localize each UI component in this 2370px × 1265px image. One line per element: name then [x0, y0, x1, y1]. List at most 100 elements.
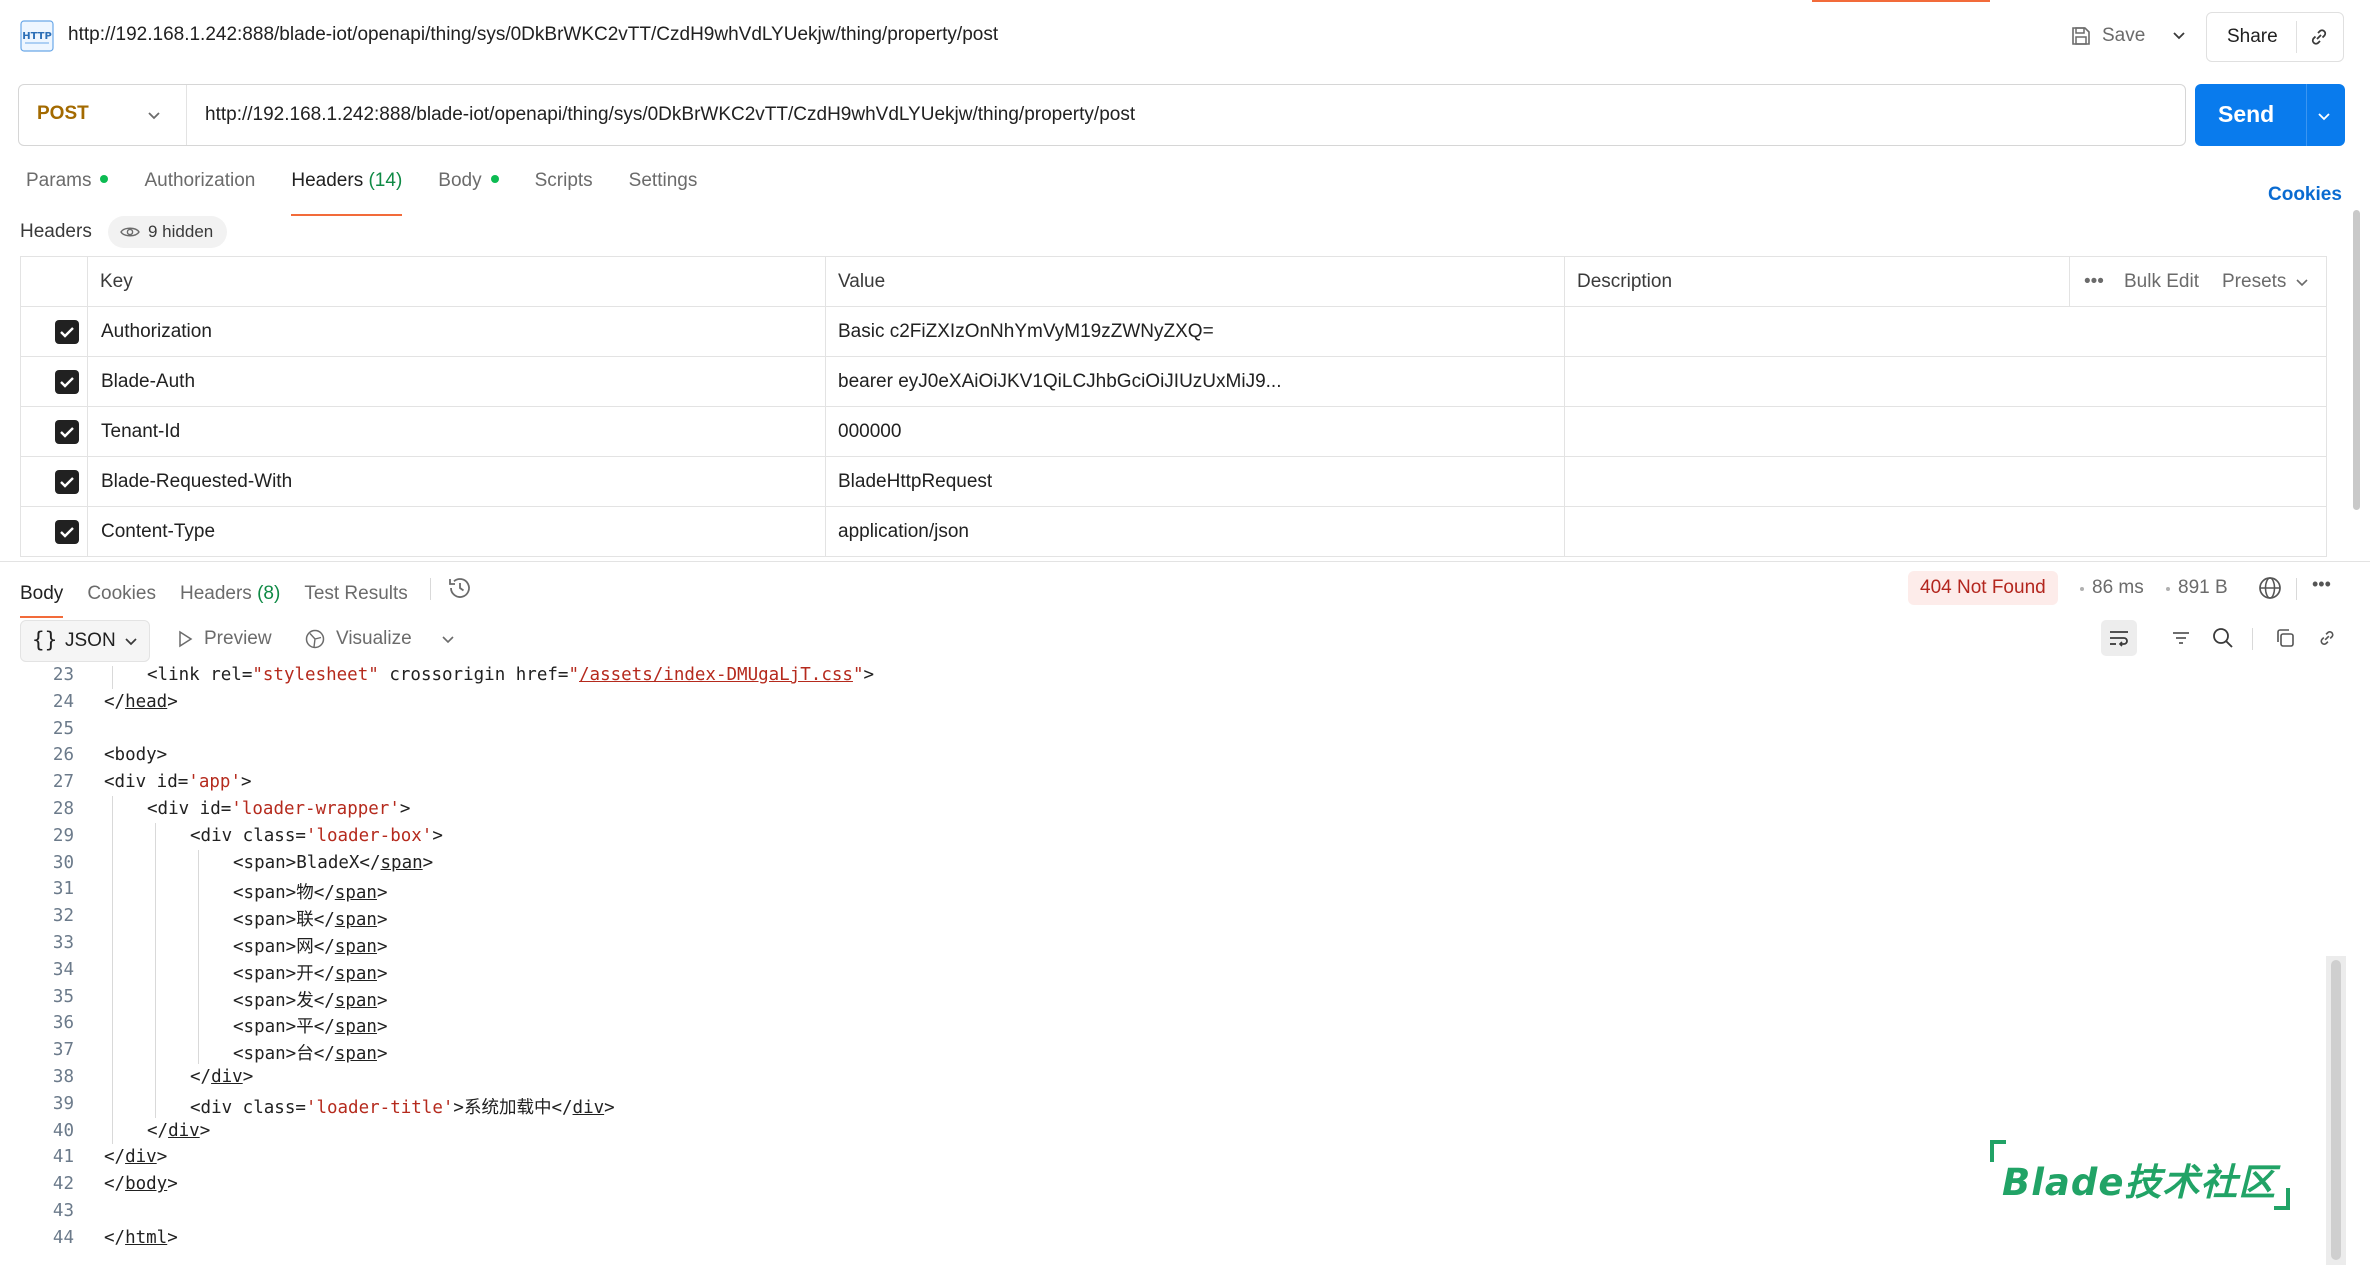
more-options-icon[interactable]: •••: [2084, 257, 2104, 306]
code-line: 28 <div id='loader-wrapper'>: [0, 796, 2326, 823]
word-wrap-toggle[interactable]: [2101, 620, 2137, 656]
header-value-cell[interactable]: application/json: [838, 507, 969, 556]
code-line: 44 </html>: [0, 1225, 2326, 1252]
tab-body[interactable]: Body: [438, 170, 499, 210]
header-description-cell[interactable]: [1577, 457, 2317, 506]
visualize-icon: [305, 629, 325, 649]
indent-guide: [198, 930, 199, 957]
header-key-cell[interactable]: Tenant-Id: [101, 407, 180, 456]
tab-params[interactable]: Params: [26, 170, 109, 210]
column-value: Value: [838, 270, 886, 292]
column-key: Key: [100, 270, 133, 292]
play-icon: [179, 630, 193, 648]
line-number: 39: [52, 1093, 74, 1114]
indent-guide: [155, 983, 156, 1011]
tab-response-body[interactable]: Body: [20, 583, 64, 618]
tab-settings-label: Settings: [628, 170, 698, 191]
code-line: 37 <span>台</span>: [0, 1037, 2326, 1064]
response-time[interactable]: 86 ms: [2092, 577, 2144, 599]
line-number: 41: [52, 1147, 74, 1168]
presets-dropdown[interactable]: Presets: [2222, 257, 2310, 306]
code-text: <link rel="stylesheet" crossorigin href=…: [147, 666, 875, 685]
header-description-cell[interactable]: [1577, 357, 2317, 406]
header-description-cell[interactable]: [1577, 507, 2317, 556]
network-globe-icon[interactable]: [2256, 574, 2284, 602]
copy-icon: [2277, 629, 2294, 647]
preview-button[interactable]: Preview: [176, 628, 272, 650]
request-url-bar: POST http://192.168.1.242:888/blade-iot/…: [18, 84, 2186, 146]
filter-button[interactable]: [2163, 620, 2199, 656]
request-pane-scrollbar[interactable]: [2353, 210, 2360, 510]
line-number: 34: [52, 959, 74, 980]
header-enabled-checkbox[interactable]: [55, 370, 79, 394]
response-format-select[interactable]: {} JSON: [20, 620, 150, 662]
header-description-cell[interactable]: [1577, 307, 2317, 356]
tab-authorization[interactable]: Authorization: [144, 170, 255, 210]
tab-test-results[interactable]: Test Results: [304, 583, 407, 605]
indent-guide: [198, 876, 199, 904]
tab-headers[interactable]: Headers (14): [291, 170, 402, 216]
share-button[interactable]: Share: [2227, 26, 2278, 48]
tab-response-cookies[interactable]: Cookies: [87, 583, 156, 605]
indent-guide: [155, 849, 156, 877]
indent-guide: [112, 849, 113, 877]
tab-scripts[interactable]: Scripts: [535, 170, 593, 210]
send-button[interactable]: Send: [2218, 101, 2274, 128]
visualize-chevron-down-icon[interactable]: [440, 631, 456, 647]
header-key-cell[interactable]: Authorization: [101, 307, 212, 356]
format-chevron-down-icon: [125, 638, 137, 646]
cookies-link[interactable]: Cookies: [2268, 184, 2342, 206]
header-value-cell[interactable]: BladeHttpRequest: [838, 457, 992, 506]
share-button-group: Share: [2206, 12, 2344, 62]
bulk-edit-button[interactable]: Bulk Edit: [2124, 257, 2199, 306]
copy-link-icon[interactable]: [2307, 25, 2331, 49]
url-input[interactable]: http://192.168.1.242:888/blade-iot/opena…: [205, 104, 1135, 126]
code-line: 30 <span>BladeX</span>: [0, 849, 2326, 877]
send-options-chevron-icon[interactable]: [2315, 108, 2333, 126]
header-value-cell[interactable]: Basic c2FiZXIzOnNhYmVyM19zZWNyZXQ=: [838, 307, 1214, 356]
code-line: 35 <span>发</span>: [0, 983, 2326, 1011]
table-row: Blade-Auth bearer eyJ0eXAiOiJKV1QiLCJhbG…: [20, 357, 2327, 407]
response-size[interactable]: 891 B: [2178, 577, 2228, 599]
save-options-chevron-icon[interactable]: [2169, 26, 2189, 46]
http-method-select[interactable]: POST: [37, 103, 89, 125]
response-link-button[interactable]: [2309, 620, 2345, 656]
header-value-cell[interactable]: bearer eyJ0eXAiOiJKV1QiLCJhbGciOiJIUzUxM…: [838, 357, 1281, 406]
response-scrollbar[interactable]: [2331, 960, 2341, 1260]
request-name[interactable]: http://192.168.1.242:888/blade-iot/opena…: [68, 24, 998, 46]
header-enabled-checkbox[interactable]: [55, 470, 79, 494]
header-enabled-checkbox[interactable]: [55, 320, 79, 344]
save-button[interactable]: Save: [2070, 25, 2145, 47]
tab-authorization-label: Authorization: [144, 170, 256, 191]
header-enabled-checkbox[interactable]: [55, 420, 79, 444]
header-key-cell[interactable]: Content-Type: [101, 507, 215, 556]
hidden-headers-toggle[interactable]: 9 hidden: [108, 216, 228, 248]
indent-guide: [112, 956, 113, 984]
visualize-button[interactable]: Visualize: [304, 628, 456, 650]
copy-response-button[interactable]: [2267, 620, 2303, 656]
pane-resize-divider[interactable]: [0, 561, 2370, 562]
header-key-cell[interactable]: Blade-Auth: [101, 357, 195, 406]
header-enabled-checkbox[interactable]: [55, 520, 79, 544]
tab-params-label: Params: [26, 170, 92, 191]
response-body-editor[interactable]: 23 <link rel="stylesheet" crossorigin hre…: [0, 666, 2326, 1265]
code-line: 42 </body>: [0, 1171, 2326, 1198]
send-button-group: Send: [2195, 84, 2345, 146]
code-text: <div class='loader-title'>系统加载中</div>: [190, 1097, 615, 1118]
code-text: </html>: [104, 1227, 178, 1248]
tab-response-headers[interactable]: Headers (8): [180, 583, 280, 605]
indent-guide: [198, 1010, 199, 1038]
status-badge[interactable]: 404 Not Found: [1908, 571, 2058, 605]
search-button[interactable]: [2205, 620, 2241, 656]
tab-headers-label: Headers: [291, 170, 364, 191]
body-modified-dot: [490, 174, 499, 183]
indent-guide: [155, 876, 156, 904]
tab-settings[interactable]: Settings: [629, 170, 698, 210]
header-key-cell[interactable]: Blade-Requested-With: [101, 457, 292, 506]
response-more-options-icon[interactable]: •••: [2312, 574, 2331, 595]
header-value-cell[interactable]: 000000: [838, 407, 901, 456]
header-description-cell[interactable]: [1577, 407, 2317, 456]
history-icon[interactable]: [446, 574, 474, 602]
indent-guide: [155, 1090, 156, 1118]
method-chevron-down-icon[interactable]: [145, 107, 163, 125]
